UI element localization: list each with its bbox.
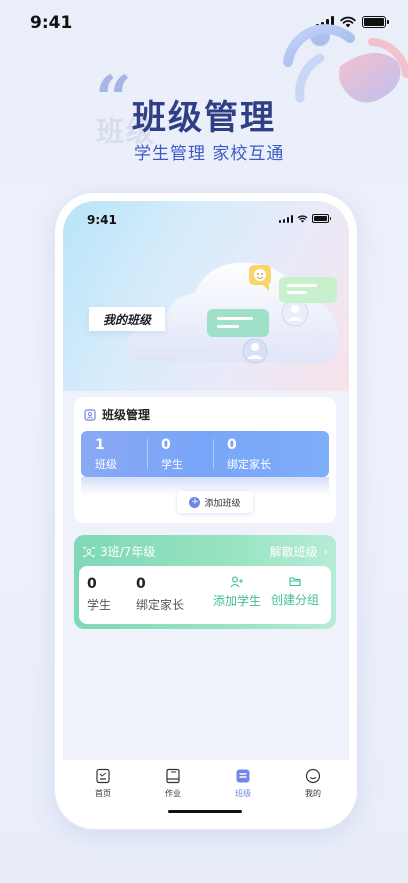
stat-label: 绑定家长	[136, 598, 185, 612]
tab-home[interactable]: 首页	[83, 768, 123, 799]
stat-label: 学生	[161, 458, 183, 471]
phone-screen: 9:41 我的班级 班级管理 1 班级 0 学生 0 绑定家长 + 添加班级 3…	[63, 201, 349, 821]
stat-value: 1	[95, 437, 105, 453]
tab-profile[interactable]: 我的	[293, 768, 333, 799]
tab-label: 班级	[235, 789, 251, 798]
dissolve-class-button[interactable]: 解散班级 ›	[270, 543, 328, 560]
stats-summary: 1 班级 0 学生 0 绑定家长	[81, 431, 329, 477]
card-title: 班级管理	[102, 408, 151, 422]
create-group-button[interactable]: 创建分组	[271, 576, 319, 608]
class-management-card: 班级管理 1 班级 0 学生 0 绑定家长 + 添加班级	[74, 397, 336, 523]
chat-bubble-icon	[279, 277, 337, 303]
bottom-tab-bar: 首页 作业 班级 我的	[63, 759, 349, 821]
stat-label: 绑定家长	[227, 458, 271, 471]
dissolve-class-label: 解散班级	[269, 545, 318, 559]
plus-icon: +	[189, 496, 201, 508]
wifi-icon	[297, 214, 308, 223]
tab-class[interactable]: 班级	[223, 768, 263, 799]
stat-students[interactable]: 0 学生	[161, 437, 183, 472]
class-badge-icon	[84, 408, 96, 421]
class-card-body: 0 学生 0 绑定家长 添加学生 创建分组	[79, 566, 331, 624]
create-group-label: 创建分组	[271, 593, 320, 607]
class-group-icon	[83, 546, 95, 557]
stat-classes[interactable]: 1 班级	[95, 437, 117, 472]
page-subtitle: 学生管理 家校互通	[134, 144, 285, 164]
class-list-icon	[236, 769, 250, 783]
tab-label: 作业	[165, 789, 181, 798]
home-indicator[interactable]	[168, 810, 242, 813]
divider	[213, 439, 214, 469]
add-person-icon	[230, 576, 243, 588]
chat-bubble-icon	[207, 309, 269, 337]
add-student-label: 添加学生	[213, 594, 262, 608]
stat-label: 学生	[87, 598, 112, 612]
hero-banner: 9:41 我的班级	[63, 201, 349, 391]
divider	[147, 439, 148, 469]
stat-value: 0	[227, 437, 237, 453]
stat-label: 班级	[95, 458, 117, 471]
stat-value: 0	[87, 576, 97, 592]
add-student-button[interactable]: 添加学生	[213, 576, 261, 609]
page-title: 班级管理	[132, 98, 276, 138]
phone-mockup: 9:41 我的班级 班级管理 1 班级 0 学生 0 绑定家长 + 添加班级 3…	[54, 192, 358, 830]
stat-value: 0	[161, 437, 171, 453]
tab-label: 我的	[305, 789, 321, 798]
class-name: 3班/7年级	[100, 545, 156, 559]
decorative-rings-icon	[283, 24, 408, 103]
home-doc-icon	[96, 768, 110, 784]
add-class-label: 添加班级	[204, 498, 241, 509]
tab-label: 首页	[95, 789, 111, 798]
class-card: 3班/7年级 解散班级 › 0 学生 0 绑定家长 添加学生 创建分组	[74, 535, 336, 629]
inner-status-time: 9:41	[87, 213, 117, 227]
tab-homework[interactable]: 作业	[153, 768, 193, 799]
cellular-signal-icon	[279, 214, 293, 223]
profile-face-icon	[305, 768, 321, 784]
status-time: 9:41	[30, 13, 73, 33]
battery-icon	[312, 214, 331, 223]
add-class-button[interactable]: + 添加班级	[177, 491, 253, 513]
class-stat-students: 0 学生	[87, 576, 111, 613]
stat-value: 0	[136, 576, 146, 592]
book-icon	[166, 768, 180, 784]
class-stat-parents: 0 绑定家长	[136, 576, 184, 613]
inner-status-bar: 9:41	[63, 201, 349, 231]
my-class-tag: 我的班级	[89, 307, 165, 331]
chevron-right-icon: ›	[323, 545, 328, 558]
folder-icon	[289, 577, 301, 587]
stat-parents[interactable]: 0 绑定家长	[227, 437, 271, 472]
